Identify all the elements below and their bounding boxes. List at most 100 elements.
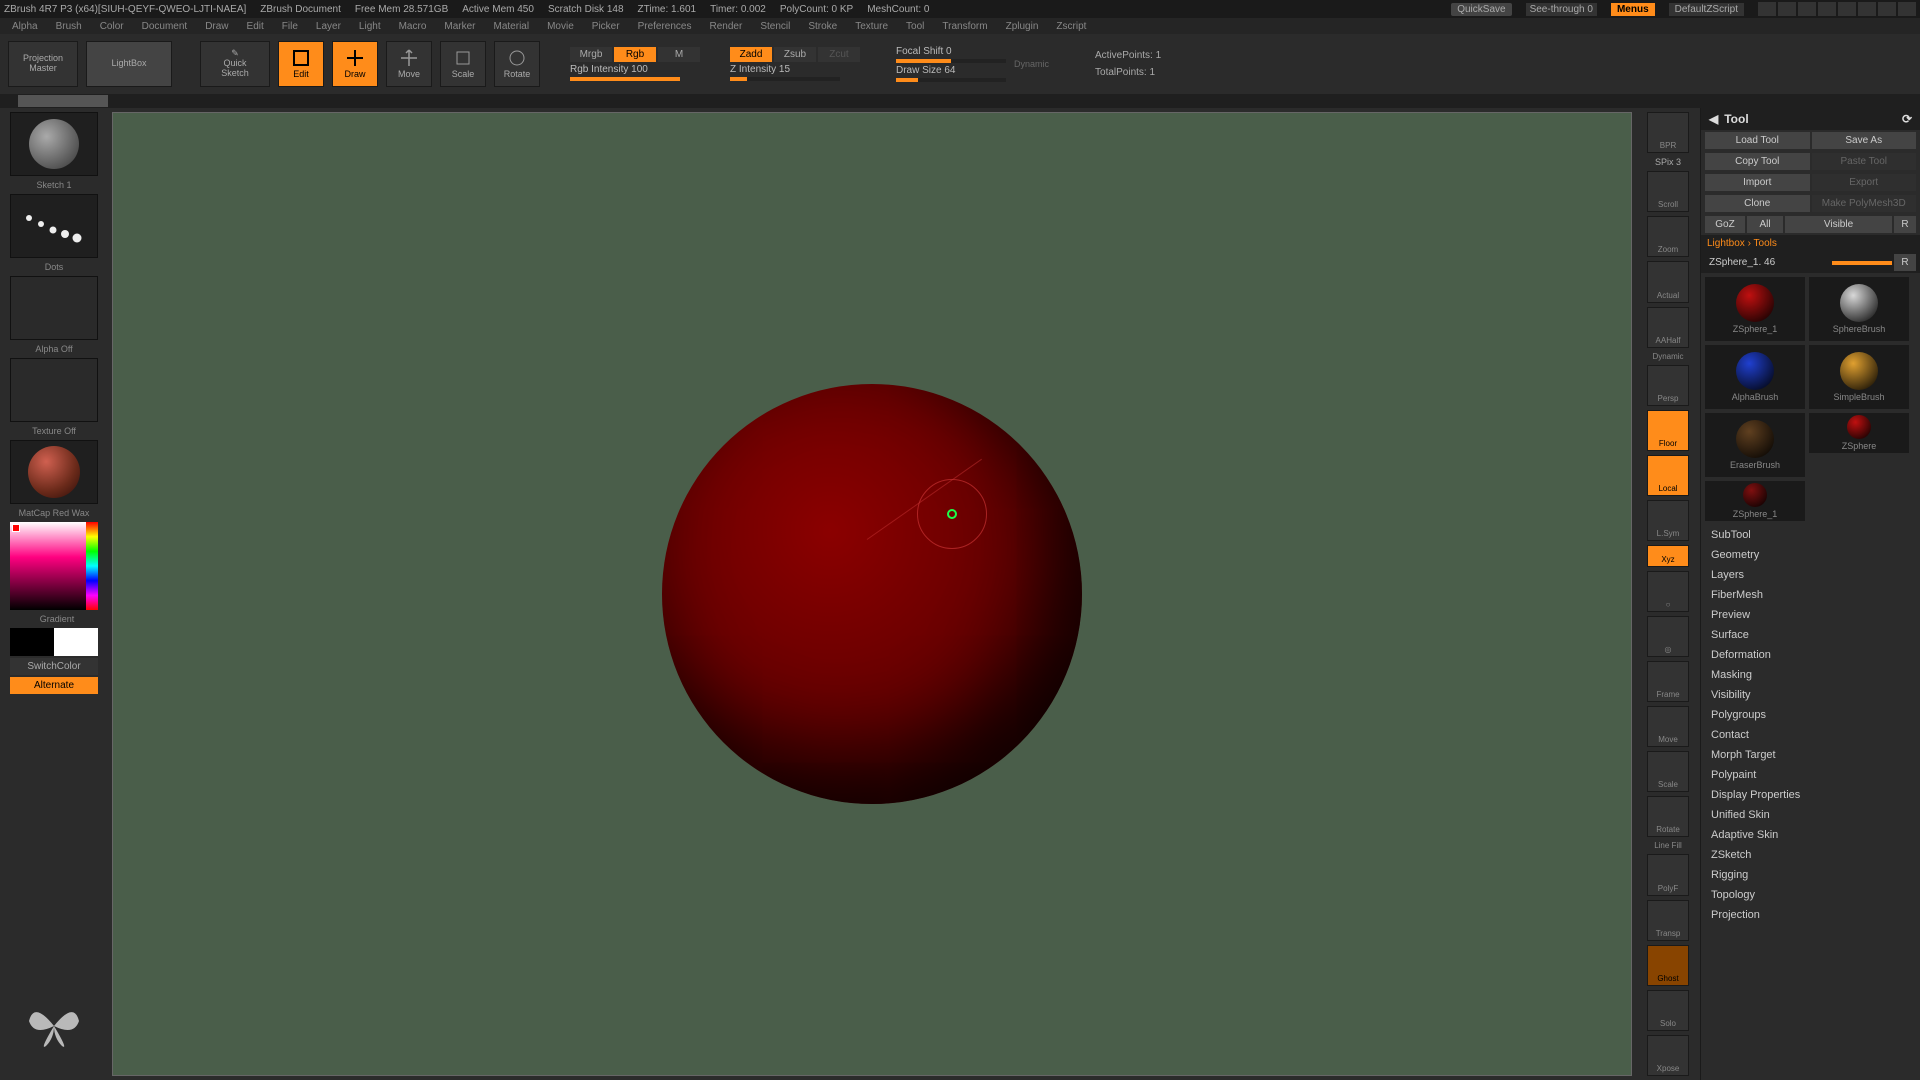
material-preview[interactable]: [10, 440, 98, 504]
aahalf-button[interactable]: AAHalf: [1647, 307, 1689, 348]
zcut-toggle[interactable]: Zcut: [818, 47, 860, 62]
menu-transform[interactable]: Transform: [942, 21, 987, 32]
menus-toggle[interactable]: Menus: [1611, 3, 1655, 16]
menu-macro[interactable]: Macro: [399, 21, 427, 32]
draw-button[interactable]: Draw: [332, 41, 378, 87]
primary-color-swatch[interactable]: [54, 628, 98, 656]
default-script[interactable]: DefaultZScript: [1669, 3, 1744, 16]
ghost-button[interactable]: Ghost: [1647, 945, 1689, 986]
tool-thumb-eraserbrush[interactable]: EraserBrush: [1705, 413, 1805, 477]
paste-tool-button[interactable]: Paste Tool: [1812, 153, 1917, 170]
goz-button[interactable]: GoZ: [1705, 216, 1745, 233]
xyz-button[interactable]: Xyz: [1647, 545, 1689, 567]
tool-section-zsketch[interactable]: ZSketch: [1701, 845, 1920, 865]
win-icon[interactable]: [1838, 2, 1856, 16]
tool-thumb-alphabrush[interactable]: AlphaBrush: [1705, 345, 1805, 409]
rotate-button[interactable]: Rotate: [494, 41, 540, 87]
menu-layer[interactable]: Layer: [316, 21, 341, 32]
m-toggle[interactable]: M: [658, 47, 700, 62]
zsub-toggle[interactable]: Zsub: [774, 47, 816, 62]
zoom-button[interactable]: Zoom: [1647, 216, 1689, 257]
tool-thumb-zsphere_1[interactable]: ZSphere_1: [1705, 481, 1805, 521]
import-button[interactable]: Import: [1705, 174, 1810, 191]
pin-icon[interactable]: ◀: [1709, 112, 1718, 126]
tool-section-display-properties[interactable]: Display Properties: [1701, 785, 1920, 805]
lsym-button[interactable]: L.Sym: [1647, 500, 1689, 541]
center-button[interactable]: ○: [1647, 571, 1689, 612]
color-picker[interactable]: [10, 522, 98, 610]
menu-texture[interactable]: Texture: [855, 21, 888, 32]
projection-master-button[interactable]: Projection Master: [8, 41, 78, 87]
win-icon[interactable]: [1758, 2, 1776, 16]
tool-section-projection[interactable]: Projection: [1701, 905, 1920, 925]
tool-section-masking[interactable]: Masking: [1701, 665, 1920, 685]
tool-section-subtool[interactable]: SubTool: [1701, 525, 1920, 545]
menu-movie[interactable]: Movie: [547, 21, 574, 32]
copy-tool-button[interactable]: Copy Tool: [1705, 153, 1810, 170]
tool-section-preview[interactable]: Preview: [1701, 605, 1920, 625]
menu-edit[interactable]: Edit: [247, 21, 264, 32]
tool-r-button[interactable]: R: [1894, 254, 1916, 271]
export-button[interactable]: Export: [1812, 174, 1917, 191]
win-icon[interactable]: [1778, 2, 1796, 16]
make-polymesh-button[interactable]: Make PolyMesh3D: [1812, 195, 1917, 212]
alpha-preview[interactable]: [10, 276, 98, 340]
menu-brush[interactable]: Brush: [56, 21, 82, 32]
edit-button[interactable]: Edit: [278, 41, 324, 87]
stroke-preview[interactable]: [10, 194, 98, 258]
menu-stroke[interactable]: Stroke: [808, 21, 837, 32]
tool-section-contact[interactable]: Contact: [1701, 725, 1920, 745]
document-tab[interactable]: [18, 95, 108, 107]
rgb-toggle[interactable]: Rgb: [614, 47, 656, 62]
menu-light[interactable]: Light: [359, 21, 381, 32]
menu-alpha[interactable]: Alpha: [12, 21, 38, 32]
win-icon[interactable]: [1798, 2, 1816, 16]
tool-section-morph-target[interactable]: Morph Target: [1701, 745, 1920, 765]
actual-button[interactable]: Actual: [1647, 261, 1689, 302]
goz-visible-button[interactable]: Visible: [1785, 216, 1892, 233]
win-icon[interactable]: [1818, 2, 1836, 16]
rgb-intensity-slider[interactable]: [570, 77, 680, 81]
goz-all-button[interactable]: All: [1747, 216, 1783, 233]
menu-stencil[interactable]: Stencil: [760, 21, 790, 32]
see-through-slider[interactable]: See-through 0: [1526, 3, 1597, 16]
tool-section-topology[interactable]: Topology: [1701, 885, 1920, 905]
switch-color-button[interactable]: SwitchColor: [10, 658, 98, 675]
menu-picker[interactable]: Picker: [592, 21, 620, 32]
tool-section-rigging[interactable]: Rigging: [1701, 865, 1920, 885]
hue-strip[interactable]: [86, 522, 98, 610]
tool-section-deformation[interactable]: Deformation: [1701, 645, 1920, 665]
zadd-toggle[interactable]: Zadd: [730, 47, 772, 62]
spix-label[interactable]: SPix 3: [1655, 157, 1681, 167]
transp-button[interactable]: Transp: [1647, 900, 1689, 941]
z-intensity-slider[interactable]: [730, 77, 840, 81]
xpose-button[interactable]: Xpose: [1647, 1035, 1689, 1076]
alternate-button[interactable]: Alternate: [10, 677, 98, 694]
menu-zscript[interactable]: Zscript: [1056, 21, 1086, 32]
quick-sketch-button[interactable]: ✎ Quick Sketch: [200, 41, 270, 87]
texture-preview[interactable]: [10, 358, 98, 422]
circle-button[interactable]: ◎: [1647, 616, 1689, 657]
tool-thumb-simplebrush[interactable]: SimpleBrush: [1809, 345, 1909, 409]
viewport[interactable]: [112, 112, 1632, 1076]
menu-color[interactable]: Color: [100, 21, 124, 32]
tool-thumb-zsphere[interactable]: ZSphere: [1809, 413, 1909, 453]
gradient-label[interactable]: Gradient: [34, 612, 75, 626]
polyf-button[interactable]: PolyF: [1647, 854, 1689, 895]
tool-thumb-zsphere_1[interactable]: ZSphere_1: [1705, 277, 1805, 341]
scale-button[interactable]: Scale: [440, 41, 486, 87]
menu-document[interactable]: Document: [142, 21, 188, 32]
persp-button[interactable]: Persp: [1647, 365, 1689, 406]
secondary-color-swatch[interactable]: [10, 628, 54, 656]
expand-icon[interactable]: ⟳: [1902, 112, 1912, 126]
move-nav-button[interactable]: Move: [1647, 706, 1689, 747]
menu-preferences[interactable]: Preferences: [638, 21, 692, 32]
rotate-nav-button[interactable]: Rotate: [1647, 796, 1689, 837]
menu-zplugin[interactable]: Zplugin: [1006, 21, 1039, 32]
menu-material[interactable]: Material: [494, 21, 530, 32]
tool-section-polygroups[interactable]: Polygroups: [1701, 705, 1920, 725]
menu-file[interactable]: File: [282, 21, 298, 32]
bpr-button[interactable]: BPR: [1647, 112, 1689, 153]
tool-thumb-spherebrush[interactable]: SphereBrush: [1809, 277, 1909, 341]
tool-section-geometry[interactable]: Geometry: [1701, 545, 1920, 565]
